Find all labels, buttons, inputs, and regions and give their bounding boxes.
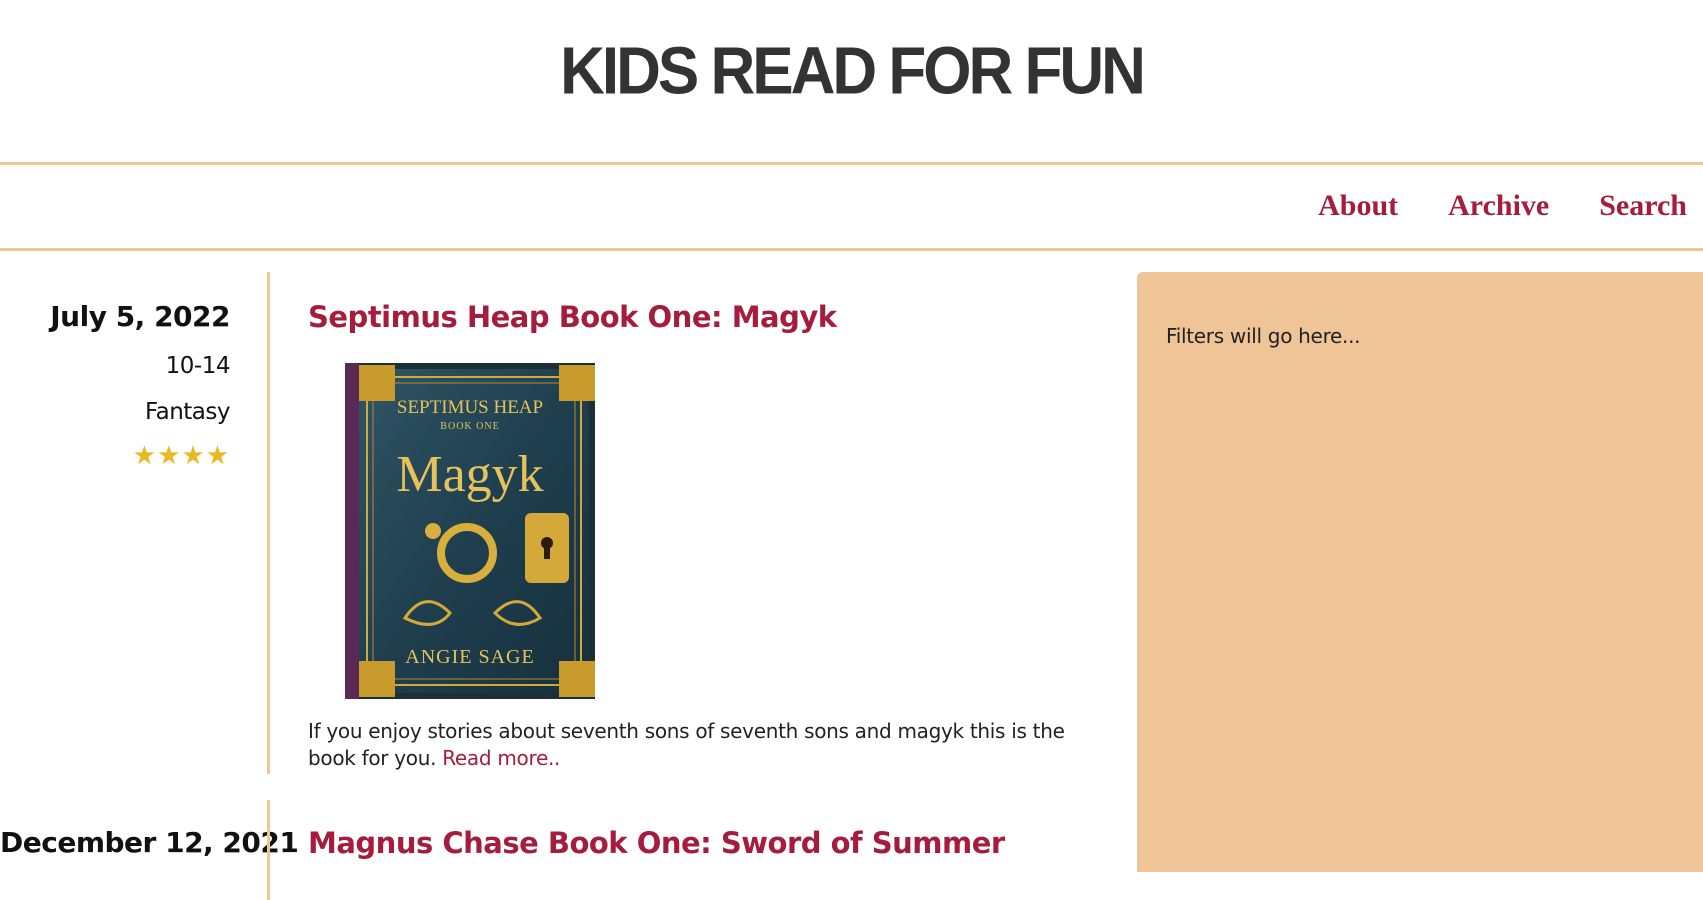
nav-search-link[interactable]: Search bbox=[1599, 189, 1687, 223]
post-title-link[interactable]: Magnus Chase Book One: Sword of Summer bbox=[308, 826, 1068, 860]
star-icon: ★ bbox=[181, 441, 206, 471]
post-excerpt-text: If you enjoy stories about seventh sons … bbox=[308, 719, 1065, 770]
post-meta: December 12, 2021 bbox=[0, 826, 299, 859]
nav-archive-link[interactable]: Archive bbox=[1448, 189, 1549, 223]
main-nav: About Archive Search bbox=[0, 165, 1703, 251]
star-icon: ★ bbox=[157, 441, 182, 471]
book-cover-image[interactable]: SEPTIMUS HEAP BOOK ONE Magyk ANGIE SAGE bbox=[345, 363, 595, 699]
post-body: Magnus Chase Book One: Sword of Summer bbox=[308, 826, 1068, 860]
post-title-link[interactable]: Septimus Heap Book One: Magyk bbox=[308, 300, 1068, 334]
post-date: July 5, 2022 bbox=[50, 300, 230, 333]
site-title: KIDS READ FOR FUN bbox=[560, 34, 1146, 109]
post-divider bbox=[267, 272, 270, 774]
post-age-range: 10-14 bbox=[165, 353, 231, 379]
rating-stars: ★★★★ bbox=[0, 441, 230, 471]
cover-book-text: BOOK ONE bbox=[440, 421, 499, 432]
site-header: KIDS READ FOR FUN bbox=[0, 0, 1703, 165]
post-excerpt: If you enjoy stories about seventh sons … bbox=[308, 718, 1068, 772]
filters-placeholder: Filters will go here... bbox=[1166, 324, 1361, 348]
post-date: December 12, 2021 bbox=[0, 826, 299, 859]
star-icon: ★ bbox=[205, 441, 230, 471]
post-body: Septimus Heap Book One: Magyk SEPTIMUS H… bbox=[308, 300, 1068, 770]
cover-series-text: SEPTIMUS HEAP bbox=[397, 397, 543, 418]
post-genre: Fantasy bbox=[145, 399, 231, 425]
cover-title-text: Magyk bbox=[396, 446, 543, 503]
post-divider bbox=[267, 800, 270, 900]
nav-list: About Archive Search bbox=[1318, 189, 1687, 223]
post-card: July 5, 2022 10-14 Fantasy ★★★★ Septimus… bbox=[0, 272, 1100, 774]
cover-author-text: ANGIE SAGE bbox=[405, 646, 534, 668]
post-card: December 12, 2021 Magnus Chase Book One:… bbox=[0, 800, 1100, 900]
nav-about-link[interactable]: About bbox=[1318, 189, 1398, 223]
filters-sidebar: Filters will go here... bbox=[1137, 272, 1703, 872]
post-meta: July 5, 2022 10-14 Fantasy ★★★★ bbox=[0, 300, 230, 471]
read-more-link[interactable]: Read more.. bbox=[442, 746, 560, 770]
star-icon: ★ bbox=[132, 441, 158, 471]
